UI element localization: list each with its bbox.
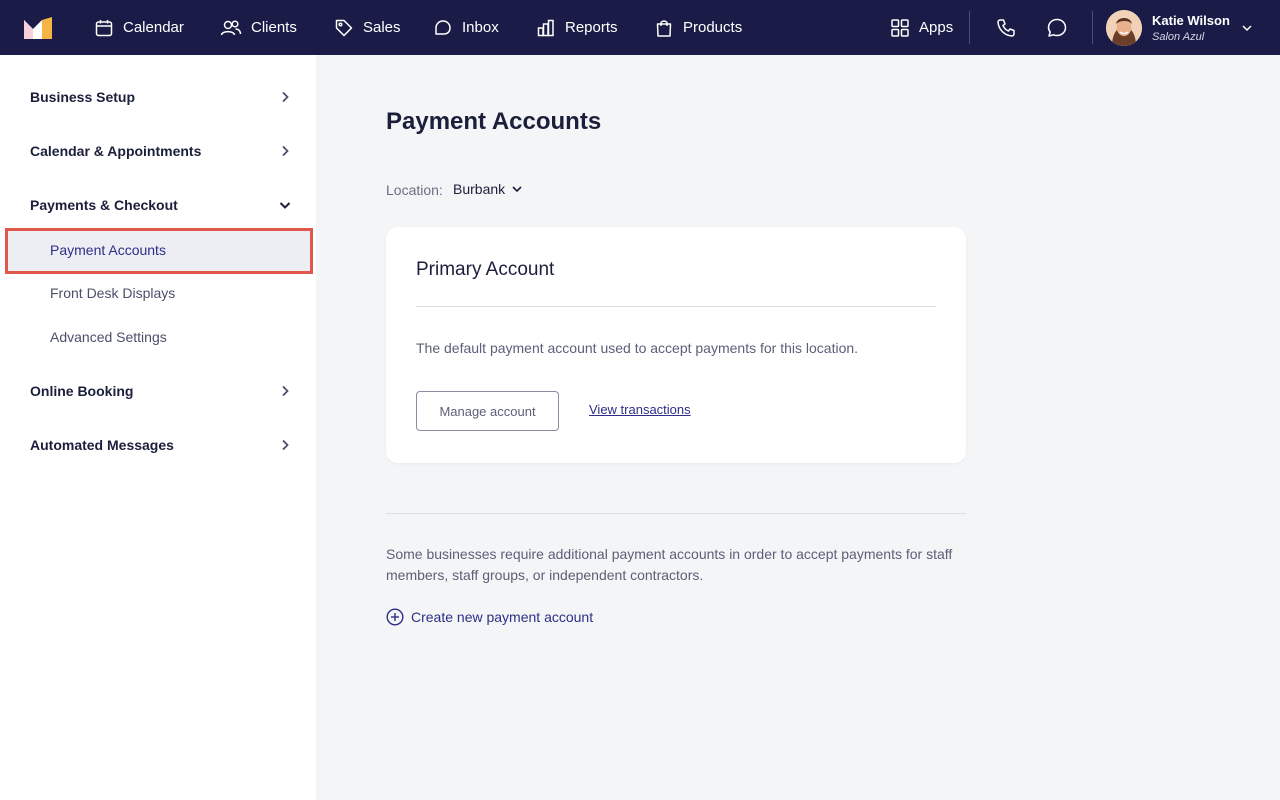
sidebar-item-advanced-settings[interactable]: Advanced Settings	[50, 329, 167, 345]
plus-circle-icon	[386, 608, 404, 626]
shopping-bag-icon	[656, 19, 672, 37]
brand-logo-icon[interactable]	[24, 17, 54, 39]
nav-inbox[interactable]: Inbox	[433, 0, 499, 55]
nav-apps[interactable]: Apps	[890, 0, 953, 55]
top-nav-bar: Calendar Clients Sales Inbox Reports Pro…	[0, 0, 1280, 55]
tag-icon	[335, 19, 353, 36]
sidebar-item-label: Advanced Settings	[50, 329, 167, 345]
chevron-right-icon	[282, 439, 289, 451]
location-dropdown[interactable]: Burbank	[453, 181, 523, 197]
bar-chart-icon	[537, 19, 554, 36]
nav-reports[interactable]: Reports	[536, 0, 618, 55]
nav-inbox-label: Inbox	[462, 19, 499, 36]
users-icon	[220, 19, 242, 35]
sidebar-section-payments-checkout[interactable]: Payments & Checkout	[30, 190, 292, 220]
user-business-name: Salon Azul	[1152, 31, 1205, 43]
sidebar-section-label: Automated Messages	[30, 437, 174, 453]
location-value: Burbank	[453, 181, 506, 197]
nav-products-label: Products	[683, 19, 743, 36]
chat-bubble-icon	[1047, 18, 1067, 37]
card-divider	[416, 306, 936, 307]
sidebar-section-label: Business Setup	[30, 89, 136, 105]
nav-reports-label: Reports	[565, 19, 618, 36]
create-payment-account-link[interactable]: Create new payment account	[386, 608, 593, 626]
card-description: The default payment account used to acce…	[416, 340, 859, 356]
sidebar-section-business-setup[interactable]: Business Setup	[30, 82, 292, 112]
chevron-down-icon	[279, 202, 291, 209]
nav-clients[interactable]: Clients	[220, 0, 297, 55]
apps-grid-icon	[891, 18, 909, 37]
nav-products[interactable]: Products	[654, 0, 742, 55]
primary-account-card: Primary Account The default payment acco…	[386, 227, 966, 463]
chevron-right-icon	[282, 91, 289, 103]
sidebar-section-label: Payments & Checkout	[30, 197, 178, 213]
sidebar-section-label: Calendar & Appointments	[30, 143, 202, 159]
nav-sales[interactable]: Sales	[334, 0, 401, 55]
user-avatar[interactable]	[1106, 10, 1142, 46]
create-link-label: Create new payment account	[411, 609, 594, 625]
nav-sales-label: Sales	[363, 19, 401, 36]
view-transactions-link[interactable]: View transactions	[589, 402, 691, 417]
settings-sidebar: Business Setup Calendar & Appointments P…	[0, 55, 316, 800]
sidebar-section-automated-messages[interactable]: Automated Messages	[30, 430, 292, 460]
nav-clients-label: Clients	[251, 19, 297, 36]
chat-button[interactable]	[1044, 15, 1070, 41]
user-name: Katie Wilson	[1152, 13, 1230, 28]
manage-account-button[interactable]: Manage account	[416, 391, 559, 431]
phone-button[interactable]	[993, 15, 1019, 41]
nav-calendar-label: Calendar	[123, 19, 184, 36]
page-title: Payment Accounts	[386, 108, 602, 135]
location-label: Location:	[386, 182, 443, 198]
section-divider	[386, 513, 966, 514]
sidebar-item-label: Payment Accounts	[50, 242, 166, 258]
card-title: Primary Account	[416, 259, 555, 280]
nav-apps-label: Apps	[919, 19, 954, 36]
calendar-icon	[95, 19, 113, 36]
phone-icon	[997, 19, 1015, 37]
sidebar-section-calendar-appointments[interactable]: Calendar & Appointments	[30, 136, 292, 166]
sidebar-section-label: Online Booking	[30, 383, 134, 399]
additional-accounts-info: Some businesses require additional payme…	[386, 546, 953, 583]
sidebar-section-online-booking[interactable]: Online Booking	[30, 376, 292, 406]
chevron-down-icon[interactable]	[1240, 21, 1254, 35]
chevron-right-icon	[282, 385, 289, 397]
sidebar-item-label: Front Desk Displays	[50, 285, 176, 301]
nav-calendar[interactable]: Calendar	[94, 0, 184, 55]
user-photo-icon	[1106, 10, 1142, 46]
nav-divider	[969, 11, 970, 44]
sidebar-item-front-desk-displays[interactable]: Front Desk Displays	[50, 285, 175, 301]
chevron-right-icon	[282, 145, 289, 157]
inbox-icon	[435, 19, 451, 35]
nav-divider	[1092, 11, 1093, 44]
chevron-down-icon	[512, 186, 522, 193]
sidebar-item-payment-accounts[interactable]: Payment Accounts	[5, 228, 313, 274]
